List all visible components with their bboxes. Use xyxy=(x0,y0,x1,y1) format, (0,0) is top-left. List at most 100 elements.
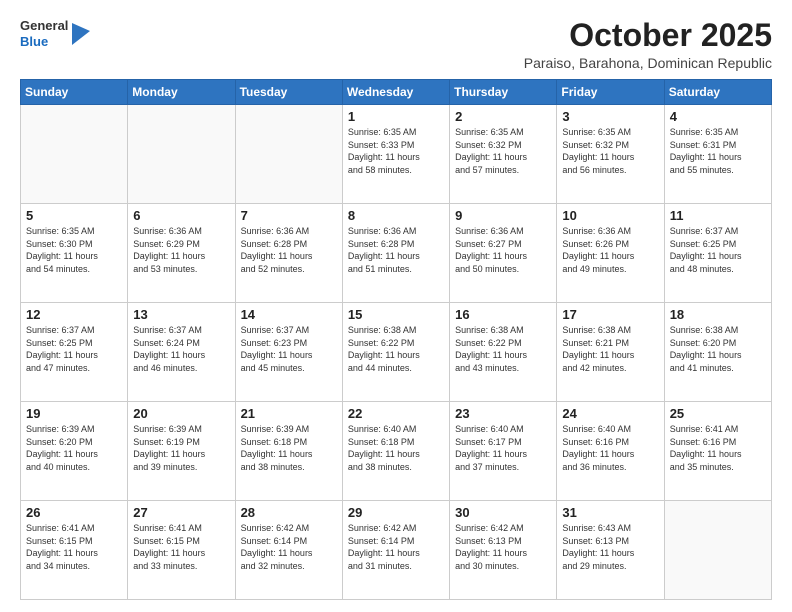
calendar-cell: 18 Sunrise: 6:38 AM Sunset: 6:20 PM Dayli… xyxy=(664,303,771,402)
week-row-4: 19Sunrise: 6:39 AM Sunset: 6:20 PM Dayli… xyxy=(21,402,772,501)
day-number: 30 xyxy=(455,505,551,520)
day-info: Sunrise: 6:38 AM Sunset: 6:22 PM Dayligh… xyxy=(348,324,444,374)
col-header-monday: Monday xyxy=(128,80,235,105)
day-number: 24 xyxy=(562,406,658,421)
logo-blue: Blue xyxy=(20,34,48,49)
day-info: Sunrise: 6:37 AM Sunset: 6:25 PM Dayligh… xyxy=(26,324,122,374)
day-info: Sunrise: 6:35 AM Sunset: 6:30 PM Dayligh… xyxy=(26,225,122,275)
calendar-cell: 16Sunrise: 6:38 AM Sunset: 6:22 PM Dayli… xyxy=(450,303,557,402)
col-header-thursday: Thursday xyxy=(450,80,557,105)
day-info: Sunrise: 6:36 AM Sunset: 6:28 PM Dayligh… xyxy=(241,225,337,275)
col-header-tuesday: Tuesday xyxy=(235,80,342,105)
calendar-cell: 15Sunrise: 6:38 AM Sunset: 6:22 PM Dayli… xyxy=(342,303,449,402)
calendar-table: SundayMondayTuesdayWednesdayThursdayFrid… xyxy=(20,79,772,600)
calendar-cell: 2Sunrise: 6:35 AM Sunset: 6:32 PM Daylig… xyxy=(450,105,557,204)
week-row-3: 12 Sunrise: 6:37 AM Sunset: 6:25 PM Dayli… xyxy=(21,303,772,402)
calendar-cell: 11Sunrise: 6:37 AM Sunset: 6:25 PM Dayli… xyxy=(664,204,771,303)
col-header-friday: Friday xyxy=(557,80,664,105)
day-number: 13 xyxy=(133,307,229,322)
calendar-cell: 27 Sunrise: 6:41 AM Sunset: 6:15 PM Dayli… xyxy=(128,501,235,600)
calendar-cell xyxy=(235,105,342,204)
calendar-cell: 10 Sunrise: 6:36 AM Sunset: 6:26 PM Dayli… xyxy=(557,204,664,303)
day-info: Sunrise: 6:35 AM Sunset: 6:32 PM Dayligh… xyxy=(562,126,658,176)
logo-general: General xyxy=(20,18,68,33)
calendar-cell: 19Sunrise: 6:39 AM Sunset: 6:20 PM Dayli… xyxy=(21,402,128,501)
day-number: 28 xyxy=(241,505,337,520)
day-info: Sunrise: 6:36 AM Sunset: 6:27 PM Dayligh… xyxy=(455,225,551,275)
calendar-cell: 4 Sunrise: 6:35 AM Sunset: 6:31 PM Daylig… xyxy=(664,105,771,204)
calendar-cell: 21 Sunrise: 6:39 AM Sunset: 6:18 PM Dayli… xyxy=(235,402,342,501)
header: General Blue October 2025 Paraiso, Barah… xyxy=(20,18,772,71)
calendar-cell: 31 Sunrise: 6:43 AM Sunset: 6:13 PM Dayli… xyxy=(557,501,664,600)
calendar-cell: 22 Sunrise: 6:40 AM Sunset: 6:18 PM Dayli… xyxy=(342,402,449,501)
calendar-cell: 26 Sunrise: 6:41 AM Sunset: 6:15 PM Dayli… xyxy=(21,501,128,600)
day-info: Sunrise: 6:38 AM Sunset: 6:22 PM Dayligh… xyxy=(455,324,551,374)
day-info: Sunrise: 6:42 AM Sunset: 6:14 PM Dayligh… xyxy=(241,522,337,572)
day-number: 18 xyxy=(670,307,766,322)
logo-icon xyxy=(72,23,90,45)
day-info: Sunrise: 6:41 AM Sunset: 6:15 PM Dayligh… xyxy=(26,522,122,572)
day-info: Sunrise: 6:35 AM Sunset: 6:32 PM Dayligh… xyxy=(455,126,551,176)
day-number: 1 xyxy=(348,109,444,124)
calendar-cell: 17Sunrise: 6:38 AM Sunset: 6:21 PM Dayli… xyxy=(557,303,664,402)
day-number: 11 xyxy=(670,208,766,223)
calendar-cell: 5 Sunrise: 6:35 AM Sunset: 6:30 PM Daylig… xyxy=(21,204,128,303)
calendar-cell: 9 Sunrise: 6:36 AM Sunset: 6:27 PM Daylig… xyxy=(450,204,557,303)
day-number: 12 xyxy=(26,307,122,322)
day-number: 10 xyxy=(562,208,658,223)
day-number: 20 xyxy=(133,406,229,421)
week-row-5: 26 Sunrise: 6:41 AM Sunset: 6:15 PM Dayli… xyxy=(21,501,772,600)
calendar-cell: 14 Sunrise: 6:37 AM Sunset: 6:23 PM Dayli… xyxy=(235,303,342,402)
day-info: Sunrise: 6:36 AM Sunset: 6:29 PM Dayligh… xyxy=(133,225,229,275)
day-info: Sunrise: 6:41 AM Sunset: 6:15 PM Dayligh… xyxy=(133,522,229,572)
calendar-cell xyxy=(21,105,128,204)
day-number: 25 xyxy=(670,406,766,421)
calendar-cell: 6 Sunrise: 6:36 AM Sunset: 6:29 PM Daylig… xyxy=(128,204,235,303)
day-number: 21 xyxy=(241,406,337,421)
day-number: 23 xyxy=(455,406,551,421)
day-info: Sunrise: 6:35 AM Sunset: 6:31 PM Dayligh… xyxy=(670,126,766,176)
day-number: 19 xyxy=(26,406,122,421)
calendar-cell: 3 Sunrise: 6:35 AM Sunset: 6:32 PM Daylig… xyxy=(557,105,664,204)
day-number: 14 xyxy=(241,307,337,322)
day-info: Sunrise: 6:37 AM Sunset: 6:24 PM Dayligh… xyxy=(133,324,229,374)
day-number: 6 xyxy=(133,208,229,223)
calendar-cell xyxy=(664,501,771,600)
week-row-1: 1 Sunrise: 6:35 AM Sunset: 6:33 PM Daylig… xyxy=(21,105,772,204)
day-number: 7 xyxy=(241,208,337,223)
day-number: 27 xyxy=(133,505,229,520)
day-number: 31 xyxy=(562,505,658,520)
day-info: Sunrise: 6:41 AM Sunset: 6:16 PM Dayligh… xyxy=(670,423,766,473)
day-number: 4 xyxy=(670,109,766,124)
calendar-cell: 24 Sunrise: 6:40 AM Sunset: 6:16 PM Dayli… xyxy=(557,402,664,501)
calendar-cell: 30 Sunrise: 6:42 AM Sunset: 6:13 PM Dayli… xyxy=(450,501,557,600)
day-number: 3 xyxy=(562,109,658,124)
day-number: 5 xyxy=(26,208,122,223)
calendar-cell: 1 Sunrise: 6:35 AM Sunset: 6:33 PM Daylig… xyxy=(342,105,449,204)
day-info: Sunrise: 6:42 AM Sunset: 6:13 PM Dayligh… xyxy=(455,522,551,572)
calendar-title: October 2025 xyxy=(524,18,772,53)
calendar-subtitle: Paraiso, Barahona, Dominican Republic xyxy=(524,55,772,71)
day-info: Sunrise: 6:37 AM Sunset: 6:23 PM Dayligh… xyxy=(241,324,337,374)
title-block: October 2025 Paraiso, Barahona, Dominica… xyxy=(524,18,772,71)
day-info: Sunrise: 6:43 AM Sunset: 6:13 PM Dayligh… xyxy=(562,522,658,572)
day-info: Sunrise: 6:40 AM Sunset: 6:16 PM Dayligh… xyxy=(562,423,658,473)
calendar-cell: 23 Sunrise: 6:40 AM Sunset: 6:17 PM Dayli… xyxy=(450,402,557,501)
calendar-cell: 28 Sunrise: 6:42 AM Sunset: 6:14 PM Dayli… xyxy=(235,501,342,600)
page: General Blue October 2025 Paraiso, Barah… xyxy=(0,0,792,612)
day-info: Sunrise: 6:36 AM Sunset: 6:26 PM Dayligh… xyxy=(562,225,658,275)
day-info: Sunrise: 6:39 AM Sunset: 6:18 PM Dayligh… xyxy=(241,423,337,473)
day-info: Sunrise: 6:40 AM Sunset: 6:17 PM Dayligh… xyxy=(455,423,551,473)
day-info: Sunrise: 6:40 AM Sunset: 6:18 PM Dayligh… xyxy=(348,423,444,473)
calendar-cell: 7 Sunrise: 6:36 AM Sunset: 6:28 PM Daylig… xyxy=(235,204,342,303)
day-number: 17 xyxy=(562,307,658,322)
col-header-sunday: Sunday xyxy=(21,80,128,105)
logo: General Blue xyxy=(20,18,90,49)
day-info: Sunrise: 6:35 AM Sunset: 6:33 PM Dayligh… xyxy=(348,126,444,176)
col-header-wednesday: Wednesday xyxy=(342,80,449,105)
day-number: 9 xyxy=(455,208,551,223)
calendar-cell: 13 Sunrise: 6:37 AM Sunset: 6:24 PM Dayli… xyxy=(128,303,235,402)
day-number: 26 xyxy=(26,505,122,520)
day-info: Sunrise: 6:38 AM Sunset: 6:20 PM Dayligh… xyxy=(670,324,766,374)
day-number: 22 xyxy=(348,406,444,421)
